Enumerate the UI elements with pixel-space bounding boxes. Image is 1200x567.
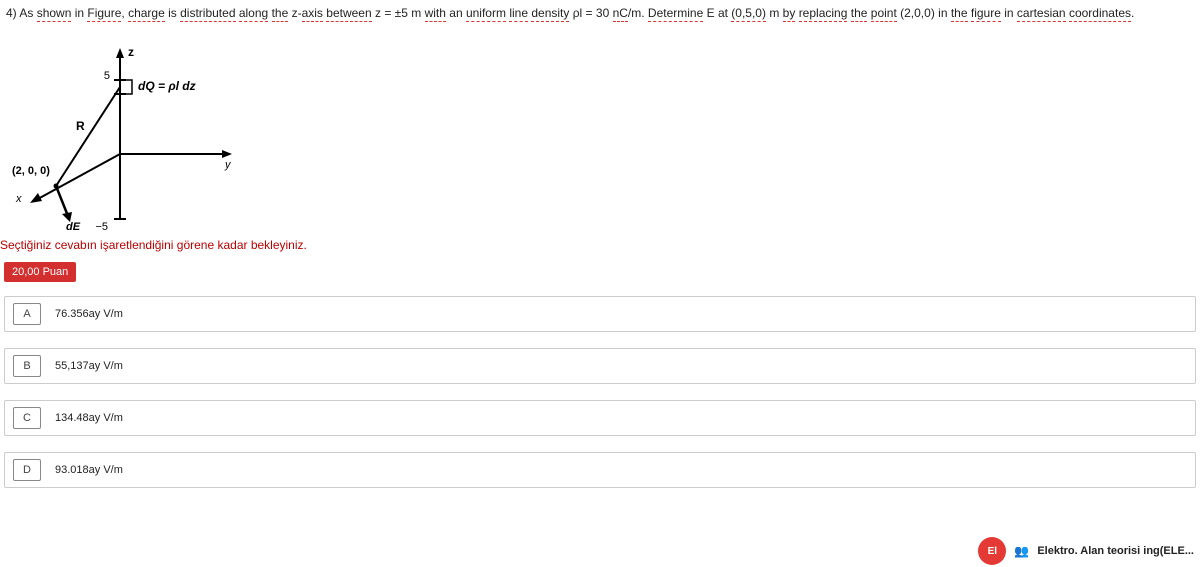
footer-course-chip[interactable]: El 👥 Elektro. Alan teorisi ing(ELE... — [978, 537, 1194, 565]
axis-y-label: y — [224, 159, 232, 171]
r-label: R — [76, 119, 85, 133]
option-letter: A — [13, 303, 41, 325]
option-text: 76.356ay V/m — [55, 308, 123, 320]
avatar: El — [978, 537, 1006, 565]
option-c[interactable]: C 134.48ay V/m — [4, 400, 1196, 436]
bottom-tick-label: −5 — [95, 221, 108, 233]
option-letter: C — [13, 407, 41, 429]
options-list: A 76.356ay V/m B 55,137ay V/m C 134.48ay… — [0, 296, 1200, 488]
axis-z-label: z — [128, 45, 134, 59]
points-badge: 20,00 Puan — [4, 262, 76, 282]
option-letter: B — [13, 355, 41, 377]
option-text: 93.018ay V/m — [55, 464, 123, 476]
people-icon: 👥 — [1014, 544, 1029, 558]
option-text: 55,137ay V/m — [55, 360, 123, 372]
option-b[interactable]: B 55,137ay V/m — [4, 348, 1196, 384]
figure-diagram: z y x 5 −5 dQ = ρl dz (2, 0, 0) R dE — [0, 24, 260, 234]
option-a[interactable]: A 76.356ay V/m — [4, 296, 1196, 332]
de-label: dE — [66, 221, 81, 233]
axis-x-label: x — [15, 193, 22, 205]
dq-label: dQ = ρl dz — [138, 79, 196, 93]
course-name: Elektro. Alan teorisi ing(ELE... — [1037, 545, 1194, 557]
option-text: 134.48ay V/m — [55, 412, 123, 424]
top-tick-label: 5 — [104, 70, 110, 82]
question-text: 4) As shown in Figure, charge is distrib… — [0, 0, 1200, 24]
instruction-text: Seçtiğiniz cevabın işaretlendiğini gören… — [0, 234, 1200, 262]
option-letter: D — [13, 459, 41, 481]
option-d[interactable]: D 93.018ay V/m — [4, 452, 1196, 488]
point-label: (2, 0, 0) — [12, 165, 50, 177]
